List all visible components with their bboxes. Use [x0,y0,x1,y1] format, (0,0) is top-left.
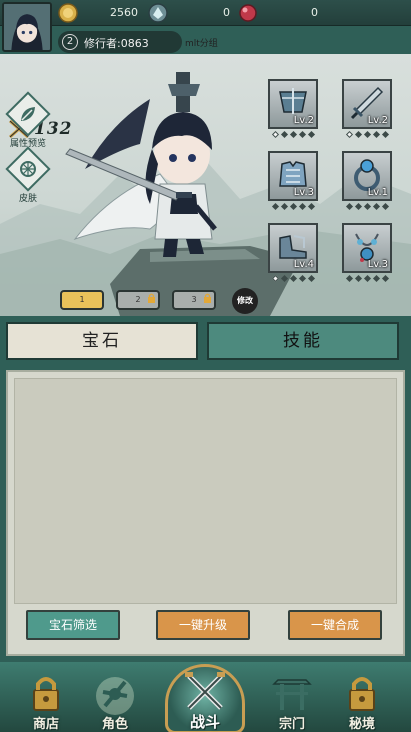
red-orb-value: 0 [311,6,318,19]
nav-shop-label: 商店 [32,717,59,732]
equip-stars-necklace [342,274,392,283]
player-name: 修行者:0863 [84,37,149,50]
edit-loadout-button[interactable]: 修改 [232,288,258,314]
loadout-slot-label: 3 [191,295,197,304]
tab-gems[interactable]: 宝石 [6,322,198,360]
lock-icon [148,293,155,303]
equip-slot-helmet[interactable]: Lv.2 [268,79,318,129]
secret-realm-lock-icon [349,677,375,711]
player-level-badge: 2 [62,34,78,50]
server-name: mlt分组 [185,39,218,49]
equip-level: Lv.1 [367,187,388,198]
character-icon [96,677,134,715]
spirit-stone-icon [148,3,168,23]
nav-secret-realm[interactable]: 秘境 [332,666,392,732]
gem-panel: 宝石筛选 一键升级 一键合成 [6,370,405,656]
loadout-slot-label: 2 [135,295,141,304]
battle-swords-icon [185,672,225,710]
gem-panel-frame: 宝石筛选 一键升级 一键合成 [0,366,411,662]
red-orb-resource[interactable]: 0 [238,3,322,23]
nav-sect-label: 宗门 [278,717,305,732]
player-name-bar[interactable]: 2 修行者:0863 [58,31,182,53]
shop-lock-icon [33,677,59,711]
avatar-portrait [4,4,50,50]
nav-character-label: 角色 [101,717,128,732]
equip-level: Lv.3 [367,259,388,270]
equip-slot-weapon[interactable]: Lv.2 [342,79,392,129]
equip-level: Lv.2 [367,115,388,126]
equip-slot-boots[interactable]: Lv.4 [268,223,318,273]
equip-stars-ring [342,202,392,211]
loadout-slot-label: 1 [79,295,85,304]
combine-all-button[interactable]: 一键合成 [288,610,382,640]
gold-value: 2560 [110,6,138,19]
equip-level: Lv.3 [293,187,314,198]
equip-level: Lv.2 [293,115,314,126]
equip-stars-armor [268,202,318,211]
red-orb-icon [239,4,257,22]
leaf-icon [21,107,35,121]
equip-stars-weapon [342,130,392,139]
bottom-navigation: 商店 角色 战斗 宗门 秘境 [0,662,411,732]
loadout-slot-2[interactable]: 2 [116,290,160,310]
gem-inventory-area[interactable] [14,378,397,604]
equip-slot-armor[interactable]: Lv.3 [268,151,318,201]
equip-stars-helmet [268,130,318,139]
skin-label: 皮肤 [18,194,37,204]
equip-slot-necklace[interactable]: Lv.3 [342,223,392,273]
nav-shop[interactable]: 商店 [16,666,76,732]
player-avatar[interactable] [2,2,52,52]
gold-coin-icon [58,3,78,23]
equip-level: Lv.4 [293,259,314,270]
nav-secret-realm-label: 秘境 [348,717,375,732]
character-scene: 132 属性预览 皮肤 Lv.2 Lv.2 Lv.3 Lv.1 Lv.4 Lv.… [0,54,411,316]
equip-stars-boots [268,274,318,283]
skin-icon [20,161,36,177]
nav-battle-label: 战斗 [189,713,220,731]
top-resource-bar: 2560 0 0 [0,0,411,26]
upgrade-all-button[interactable]: 一键升级 [156,610,250,640]
lock-icon [204,293,211,303]
panel-tabs: 宝石 技能 [0,316,411,366]
spirit-stone-value: 0 [223,6,230,19]
loadout-slot-3[interactable]: 3 [172,290,216,310]
equip-slot-ring[interactable]: Lv.1 [342,151,392,201]
tab-skills[interactable]: 技能 [207,322,399,360]
spirit-stone-resource[interactable]: 0 [148,3,234,23]
sect-gate-icon [272,679,312,710]
loadout-slot-1[interactable]: 1 [60,290,104,310]
gem-filter-button[interactable]: 宝石筛选 [26,610,120,640]
nav-sect[interactable]: 宗门 [262,666,322,732]
nav-character[interactable]: 角色 [85,666,145,732]
nav-battle[interactable]: 战斗 [162,654,248,732]
gold-resource[interactable]: 2560 [58,3,142,23]
